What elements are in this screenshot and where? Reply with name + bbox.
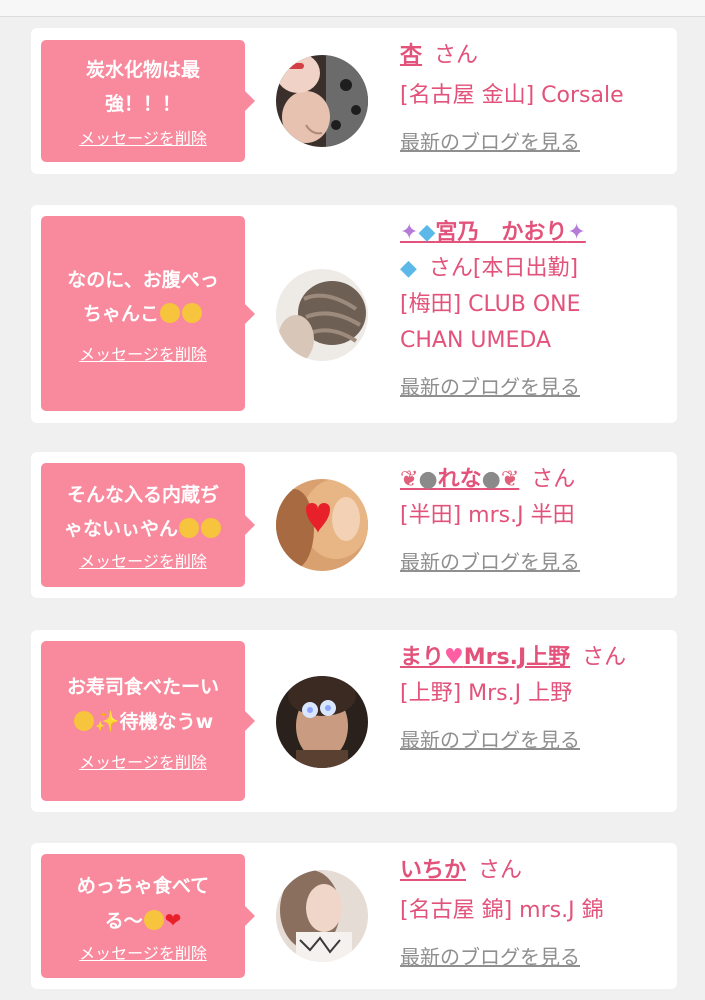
- cast-name-link[interactable]: ❦●れな●❦: [400, 467, 519, 492]
- message-text: そんな入る内蔵ぢ ゃないぃやん: [63, 484, 221, 540]
- avatar[interactable]: [276, 479, 368, 571]
- red-heart-icon: ❤: [164, 907, 182, 932]
- message-text: なのに、お腹ぺっ ちゃんこ: [67, 268, 219, 325]
- two-hearts-icon: ♥: [444, 645, 464, 670]
- delete-message-link[interactable]: メッセージを削除: [79, 129, 207, 149]
- rolling-laughing-face-icon: [179, 518, 199, 538]
- message-text: お寿司食べたーい ✨待機なうw: [66, 675, 219, 733]
- top-bar: [0, 0, 705, 17]
- honorific: さん: [478, 858, 523, 883]
- message-card: お寿司食べたーい ✨待機なうw メッセージを削除 まり♥Mrs.J上野 さん [上…: [31, 630, 677, 812]
- cast-name-link[interactable]: まり♥Mrs.J上野: [400, 645, 570, 670]
- latest-blog-link[interactable]: 最新のブログを見る: [400, 544, 580, 580]
- thinking-face-icon: [160, 302, 180, 323]
- message-card: そんな入る内蔵ぢ ゃないぃやん メッセージを削除 ❦●れな●❦ さん [半田] m…: [31, 452, 677, 598]
- message-card: なのに、お腹ぺっ ちゃんこ メッセージを削除 ✦◆宮乃 かおり✦ ◆ さん[本日出…: [31, 205, 677, 423]
- message-bubble: そんな入る内蔵ぢ ゃないぃやん メッセージを削除: [41, 463, 255, 587]
- shop-label: [梅田] CLUB ONE CHAN UMEDA: [400, 292, 581, 353]
- latest-blog-link[interactable]: 最新のブログを見る: [400, 124, 580, 160]
- honorific: さん[本日出勤]: [428, 256, 579, 281]
- rabbit-icon: ●: [418, 467, 438, 492]
- smiling-face-icon: [73, 710, 94, 731]
- cast-name-link[interactable]: ✦◆宮乃 かおり✦: [400, 220, 586, 245]
- cast-info: まり♥Mrs.J上野 さん [上野] Mrs.J 上野 最新のブログを見る: [400, 640, 670, 759]
- honorific: さん: [434, 43, 479, 68]
- message-bubble: なのに、お腹ぺっ ちゃんこ メッセージを削除: [41, 216, 255, 411]
- cast-name-link[interactable]: いちか: [400, 858, 466, 883]
- message-text: 炭水化物は最 強！！！: [85, 59, 200, 115]
- ribbon-icon: ❦: [500, 467, 520, 492]
- shop-label: [上野] Mrs.J 上野: [400, 681, 573, 706]
- latest-blog-link[interactable]: 最新のブログを見る: [400, 722, 580, 758]
- rolling-laughing-face-icon: [201, 518, 221, 538]
- message-bubble: めっちゃ食べて る〜 ❤ メッセージを削除: [41, 854, 255, 978]
- message-bubble: お寿司食べたーい ✨待機なうw メッセージを削除: [41, 641, 255, 801]
- grinning-squint-face-icon: [143, 909, 164, 930]
- cast-info: 杏さん [名古屋 金山] Corsale 最新のブログを見る: [400, 38, 670, 161]
- shop-label: [名古屋 錦] mrs.J 錦: [400, 898, 604, 923]
- delete-message-link[interactable]: メッセージを削除: [79, 552, 207, 572]
- cast-info: ✦◆宮乃 かおり✦ ◆ さん[本日出勤] [梅田] CLUB ONE CHAN U…: [400, 215, 670, 406]
- message-text: めっちゃ食べて る〜 ❤: [76, 874, 210, 932]
- avatar[interactable]: [276, 870, 368, 962]
- message-card: めっちゃ食べて る〜 ❤ メッセージを削除 いちか さん [名古屋 錦] mrs.J…: [31, 843, 677, 989]
- heart-eyes-face-icon: [182, 302, 202, 323]
- cast-info: いちか さん [名古屋 錦] mrs.J 錦 最新のブログを見る: [400, 853, 670, 976]
- latest-blog-link[interactable]: 最新のブログを見る: [400, 369, 580, 405]
- rabbit-icon: ●: [481, 467, 501, 492]
- delete-message-link[interactable]: メッセージを削除: [79, 345, 207, 365]
- avatar[interactable]: [276, 676, 368, 768]
- delete-message-link[interactable]: メッセージを削除: [79, 753, 207, 773]
- shop-label: [名古屋 金山] Corsale: [400, 83, 624, 108]
- unicorn-icon: ✦: [400, 220, 419, 245]
- cast-info: ❦●れな●❦ さん [半田] mrs.J 半田 最新のブログを見る: [400, 462, 670, 581]
- ribbon-icon: ❦: [400, 467, 419, 492]
- honorific: さん: [531, 467, 576, 492]
- message-bubble: 炭水化物は最 強！！！ メッセージを削除: [41, 40, 255, 162]
- gem-icon: ◆: [418, 220, 436, 245]
- gem-icon: ◆: [400, 256, 417, 281]
- honorific: さん: [582, 645, 627, 670]
- delete-message-link[interactable]: メッセージを削除: [79, 944, 207, 964]
- unicorn-icon: ✦: [567, 220, 586, 245]
- shop-label: [半田] mrs.J 半田: [400, 503, 575, 528]
- latest-blog-link[interactable]: 最新のブログを見る: [400, 939, 580, 975]
- message-card: 炭水化物は最 強！！！ メッセージを削除 杏さん [名古屋 金山] Corsal…: [31, 28, 677, 174]
- sparkles-icon: ✨: [94, 708, 120, 733]
- avatar[interactable]: [276, 269, 368, 361]
- cast-name-link[interactable]: 杏: [400, 43, 422, 68]
- avatar[interactable]: [276, 55, 368, 147]
